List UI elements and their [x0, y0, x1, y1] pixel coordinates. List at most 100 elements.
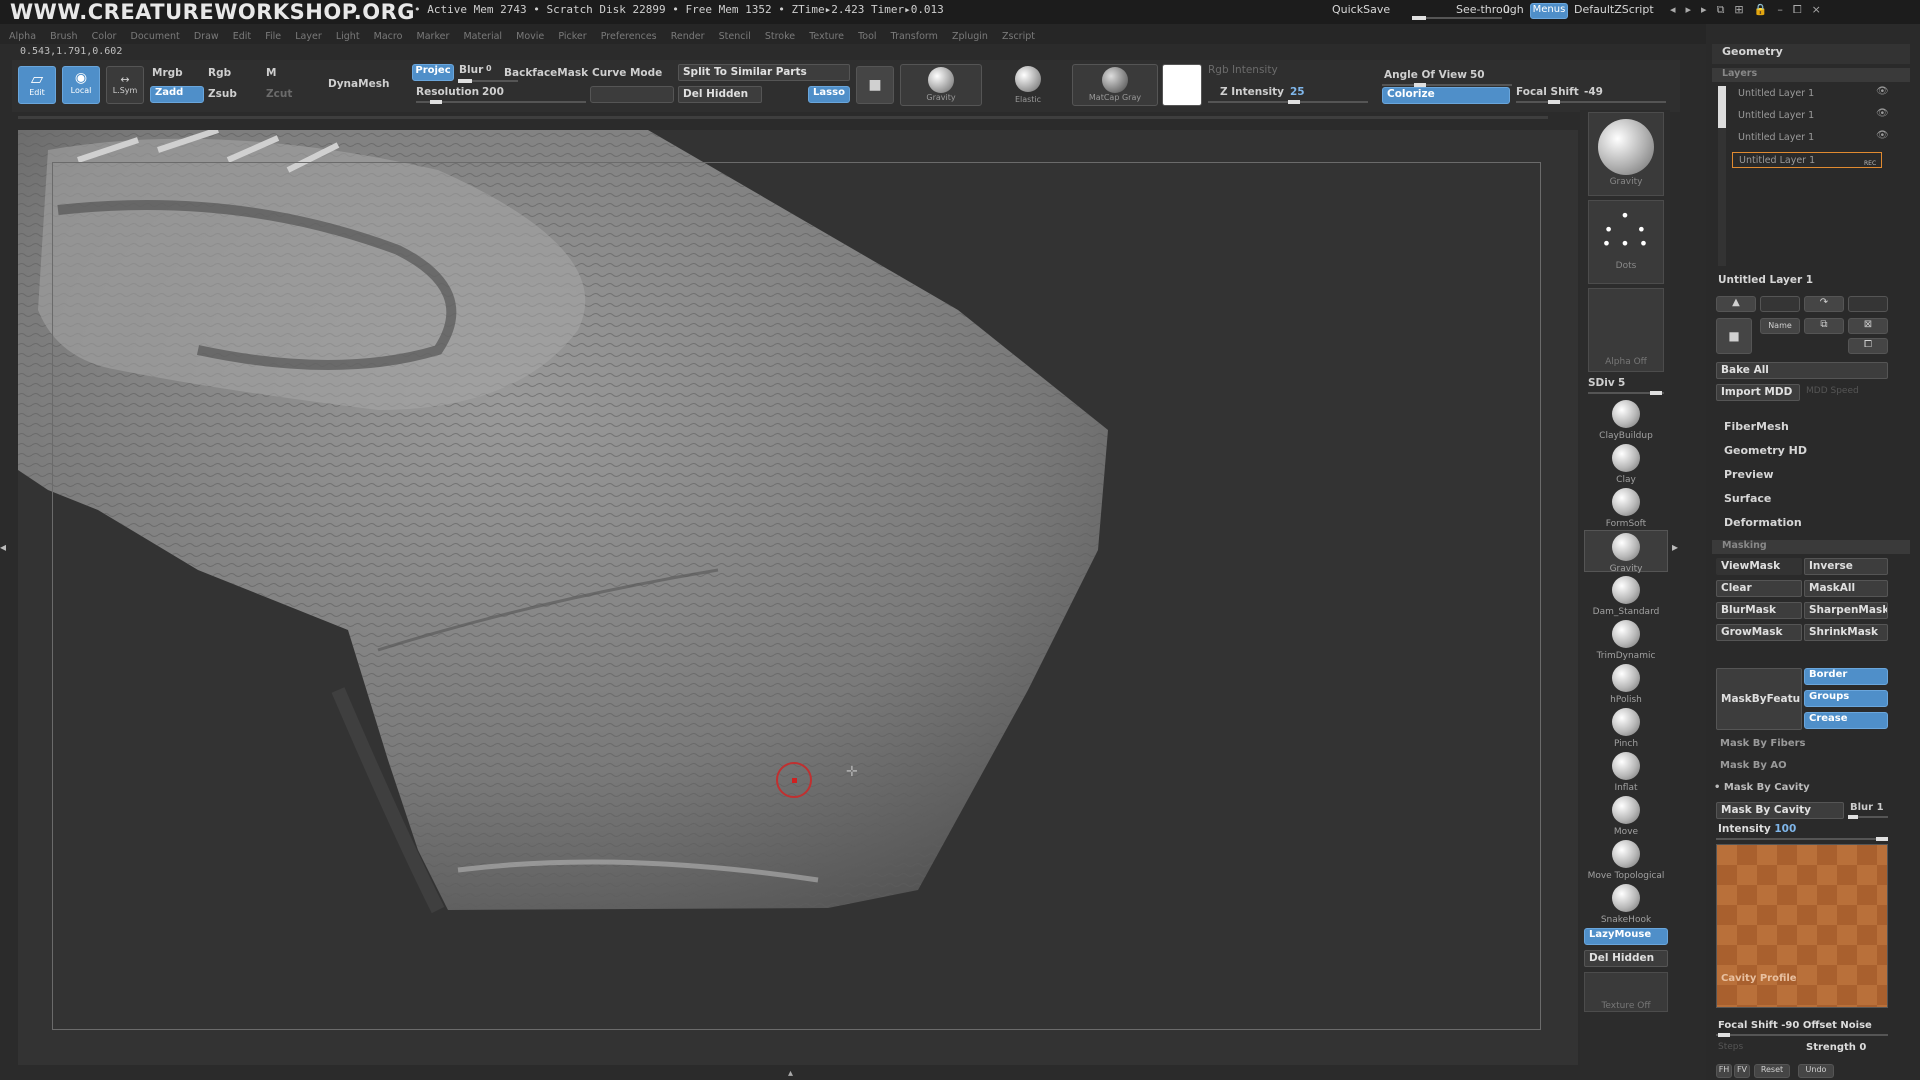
brush-dam-standard[interactable]: Dam_Standard [1584, 576, 1668, 617]
layer-redo-icon[interactable]: ↷ [1804, 296, 1844, 312]
color-swatch[interactable] [1162, 64, 1202, 106]
texture-thumb[interactable]: Texture Off [1584, 972, 1668, 1012]
mrgb-button[interactable]: Mrgb [152, 67, 183, 79]
menu-tool[interactable]: Tool [858, 27, 876, 47]
layer-blank-button-2[interactable] [1848, 296, 1888, 312]
brush-claybuildup[interactable]: ClayBuildup [1584, 400, 1668, 441]
sdiv-slider[interactable] [1588, 391, 1664, 395]
intensity-slider[interactable] [1716, 837, 1888, 841]
menu-texture[interactable]: Texture [809, 27, 844, 47]
menu-light[interactable]: Light [336, 27, 360, 47]
curve-mode-button[interactable]: Curve Mode [592, 67, 662, 79]
reset-button[interactable]: Reset [1754, 1064, 1790, 1078]
menu-transform[interactable]: Transform [891, 27, 938, 47]
mask-by-fibers-section[interactable]: Mask By Fibers [1720, 738, 1806, 749]
menu-macro[interactable]: Macro [374, 27, 403, 47]
split-similar-parts-button[interactable]: Split To Similar Parts [678, 64, 850, 81]
layer-item-1[interactable]: Untitled Layer 1 [1732, 86, 1888, 102]
local-button[interactable]: ◉ Local [62, 66, 100, 104]
layer-name-button[interactable]: Name [1760, 318, 1800, 334]
m-button[interactable]: M [266, 67, 276, 79]
mask-by-cavity-section[interactable]: • Mask By Cavity [1714, 782, 1810, 793]
layer-blank-button[interactable] [1760, 296, 1800, 312]
brush-trimdynamic[interactable]: TrimDynamic [1584, 620, 1668, 661]
menu-document[interactable]: Document [131, 27, 180, 47]
zsub-button[interactable]: Zsub [208, 88, 237, 100]
left-tray-arrow-icon[interactable]: ◂ [0, 540, 6, 554]
empty-button[interactable] [590, 86, 674, 103]
section-geometry-hd[interactable]: Geometry HD [1724, 444, 1807, 457]
right-tray-arrow-icon[interactable]: ▸ [1672, 540, 1678, 554]
layer-item-3[interactable]: Untitled Layer 1 [1732, 130, 1888, 146]
menu-stencil[interactable]: Stencil [719, 27, 751, 47]
backfacemask-button[interactable]: BackfaceMask [504, 67, 588, 79]
mask-by-cavity-button[interactable]: Mask By Cavity [1716, 802, 1844, 819]
layer-item-4-active[interactable]: Untitled Layer 1 [1732, 152, 1882, 168]
project-button[interactable]: Projec [412, 64, 454, 81]
section-fibermesh[interactable]: FiberMesh [1724, 420, 1789, 433]
menu-brush[interactable]: Brush [50, 27, 77, 47]
shrinkmask-button[interactable]: ShrinkMask [1804, 624, 1888, 641]
alpha-thumb[interactable]: Alpha Off [1588, 288, 1664, 372]
fh-button[interactable]: FH [1716, 1064, 1732, 1078]
menu-movie[interactable]: Movie [516, 27, 544, 47]
menu-color[interactable]: Color [92, 27, 117, 47]
top-shelf-scrollbar[interactable] [18, 116, 1548, 119]
crease-toggle[interactable]: Crease [1804, 712, 1888, 729]
section-deformation[interactable]: Deformation [1724, 516, 1802, 529]
blur-slider[interactable] [458, 79, 518, 83]
layer-paste-icon[interactable]: ⧠ [1848, 338, 1888, 354]
dynamesh-button[interactable]: DynaMesh [328, 78, 389, 90]
quicksave-button[interactable]: QuickSave [1332, 3, 1390, 16]
lsym-button[interactable]: ↔ L.Sym [106, 66, 144, 104]
focal-noise-slider[interactable] [1716, 1033, 1888, 1037]
maskbyfeature-button[interactable]: MaskByFeatur [1716, 668, 1802, 730]
menu-edit[interactable]: Edit [233, 27, 251, 47]
mask-by-ao-section[interactable]: Mask By AO [1720, 760, 1787, 771]
brush-formsoft[interactable]: FormSoft [1584, 488, 1668, 529]
eye-icon[interactable]: 👁 [1876, 86, 1889, 97]
brush-gravity[interactable]: Gravity [1584, 530, 1668, 574]
colorize-button[interactable]: Colorize [1382, 87, 1510, 104]
fv-button[interactable]: FV [1734, 1064, 1750, 1078]
stop-icon[interactable]: ■ [856, 66, 894, 104]
menu-material[interactable]: Material [463, 27, 502, 47]
groups-toggle[interactable]: Groups [1804, 690, 1888, 707]
menu-marker[interactable]: Marker [417, 27, 450, 47]
move-layer-up-icon[interactable]: ▲ [1716, 296, 1756, 312]
bake-all-button[interactable]: Bake All [1716, 362, 1888, 379]
lazymouse-button[interactable]: LazyMouse [1584, 928, 1668, 945]
zcut-button[interactable]: Zcut [266, 88, 292, 100]
viewmask-button[interactable]: ViewMask [1716, 558, 1802, 575]
edit-button[interactable]: ▱ Edit [18, 66, 56, 104]
eye-icon[interactable]: 👁 [1876, 108, 1889, 119]
section-surface[interactable]: Surface [1724, 492, 1771, 505]
cavity-profile-curve[interactable]: Cavity Profile [1716, 844, 1888, 1008]
brush-snakehook[interactable]: SnakeHook [1584, 884, 1668, 925]
menu-layer[interactable]: Layer [295, 27, 322, 47]
layer-item-2[interactable]: Untitled Layer 1 [1732, 108, 1888, 124]
inverse-button[interactable]: Inverse [1804, 558, 1888, 575]
eye-icon[interactable]: 👁 [1876, 130, 1889, 141]
focal-shift-slider[interactable] [1516, 100, 1666, 104]
brush-pinch[interactable]: Pinch [1584, 708, 1668, 749]
menu-preferences[interactable]: Preferences [601, 27, 657, 47]
brush-clay[interactable]: Clay [1584, 444, 1668, 485]
import-mdd-button[interactable]: Import MDD [1716, 384, 1800, 401]
undo-button[interactable]: Undo [1798, 1064, 1834, 1078]
clear-mask-button[interactable]: Clear [1716, 580, 1802, 597]
sharpenmask-button[interactable]: SharpenMask [1804, 602, 1888, 619]
layer-delete-icon[interactable]: ⊠ [1848, 318, 1888, 334]
gravity-stroke-button[interactable]: Gravity [900, 64, 982, 106]
menu-zscript[interactable]: Zscript [1002, 27, 1035, 47]
blurmask-button[interactable]: BlurMask [1716, 602, 1802, 619]
brush-move-topological[interactable]: Move Topological [1584, 840, 1668, 881]
angle-slider[interactable] [1382, 83, 1512, 87]
brush-hpolish[interactable]: hPolish [1584, 664, 1668, 705]
menu-draw[interactable]: Draw [194, 27, 219, 47]
window-controls[interactable]: ◂▸▸⧉⊞🔒–⧠× [1670, 3, 1910, 19]
lasso-button[interactable]: Lasso [808, 86, 850, 103]
menu-file[interactable]: File [265, 27, 281, 47]
cavity-blur-slider[interactable] [1848, 815, 1888, 819]
layer-record-icon[interactable]: ■ [1716, 318, 1752, 354]
